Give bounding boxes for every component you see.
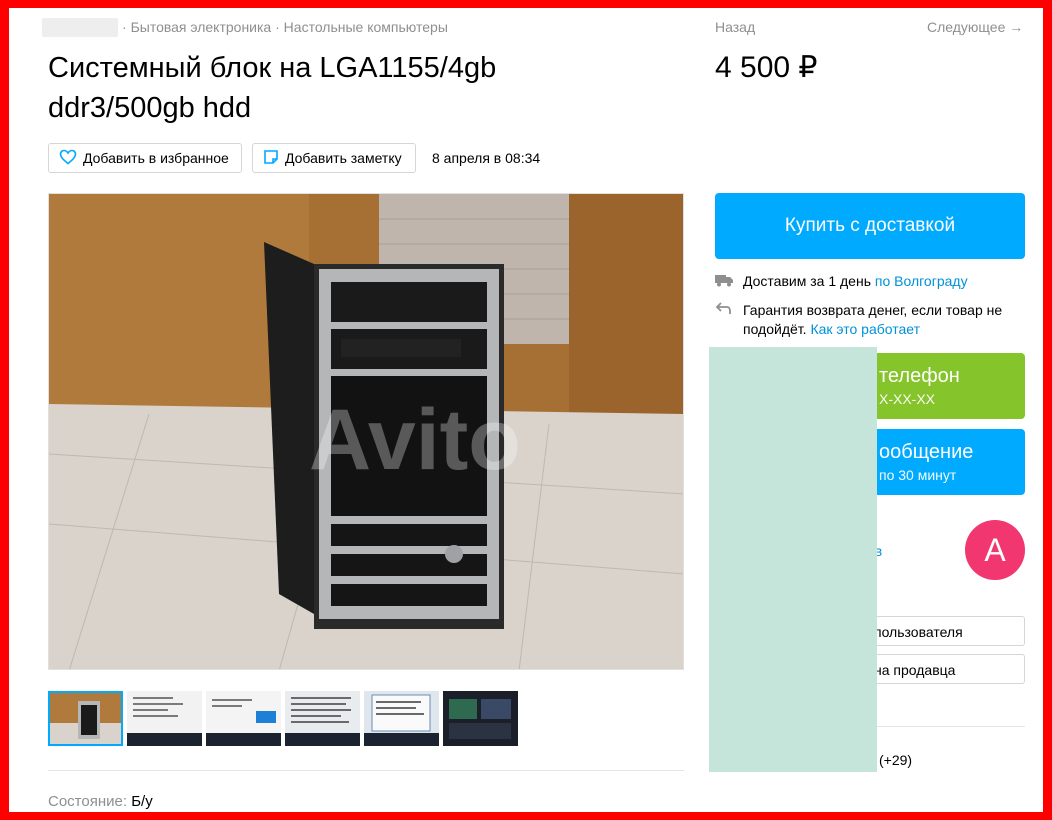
heart-icon (59, 149, 77, 168)
extra-count: (+29) (879, 752, 913, 768)
user-button-label: пользователя (874, 624, 963, 640)
add-note-button[interactable]: Добавить заметку (252, 143, 416, 173)
message-button-title: ообщение (879, 441, 974, 463)
favorite-label: Добавить в избранное (83, 150, 229, 166)
redaction-overlay (709, 347, 877, 772)
condition: Состояние: Б/у (48, 793, 153, 810)
delivery-info: Доставим за 1 день по Волгограду (715, 273, 968, 290)
thumbnail[interactable] (443, 691, 518, 746)
next-link[interactable]: Следующее → (927, 19, 1023, 35)
price: 4 500 ₽ (715, 51, 818, 84)
thumbnail[interactable] (127, 691, 202, 746)
delivery-city-link[interactable]: по Волгограду (875, 273, 968, 289)
delivery-text: Доставим за 1 день (743, 273, 871, 289)
avatar[interactable]: А (965, 520, 1025, 580)
add-to-favorites-button[interactable]: Добавить в избранное (48, 143, 242, 173)
thumbnail[interactable] (364, 691, 439, 746)
page-title: Системный блок на LGA1155/4gb ddr3/500gb… (48, 52, 497, 124)
main-photo[interactable]: Avito (48, 193, 684, 670)
back-link[interactable]: Назад (715, 19, 755, 35)
watermark-text: Avito (309, 392, 521, 488)
phone-button-sub: X-XX-XX (879, 391, 936, 407)
divider (48, 770, 684, 771)
message-button-sub: по 30 минут (879, 467, 957, 483)
condition-value: Б/у (131, 793, 153, 810)
seller-button-label: на продавца (874, 662, 956, 678)
phone-button-title: телефон (879, 365, 960, 387)
how-it-works-link[interactable]: Как это работает (810, 321, 920, 337)
buy-with-delivery-button[interactable]: Купить с доставкой (715, 193, 1025, 259)
breadcrumb-separator: · (122, 19, 127, 35)
truck-icon (715, 273, 733, 290)
guarantee-info: Гарантия возврата денег, если товар не п… (715, 301, 1005, 339)
breadcrumb-item-electronics[interactable]: Бытовая электроника (131, 19, 272, 35)
breadcrumb-redacted (42, 18, 118, 37)
condition-label: Состояние: (48, 793, 128, 810)
listing-page: · Бытовая электроника · Настольные компь… (9, 8, 1043, 812)
publish-date: 8 апреля в 08:34 (432, 150, 541, 166)
breadcrumb: · Бытовая электроника · Настольные компь… (122, 19, 448, 35)
thumbnail-strip (48, 691, 518, 746)
thumbnail[interactable] (48, 691, 123, 746)
note-icon (263, 149, 279, 168)
thumbnail[interactable] (285, 691, 360, 746)
breadcrumb-separator: · (275, 19, 280, 35)
note-label: Добавить заметку (285, 150, 402, 166)
thumbnail[interactable] (206, 691, 281, 746)
breadcrumb-item-desktops[interactable]: Настольные компьютеры (284, 19, 448, 35)
return-arrow-icon (715, 301, 733, 339)
